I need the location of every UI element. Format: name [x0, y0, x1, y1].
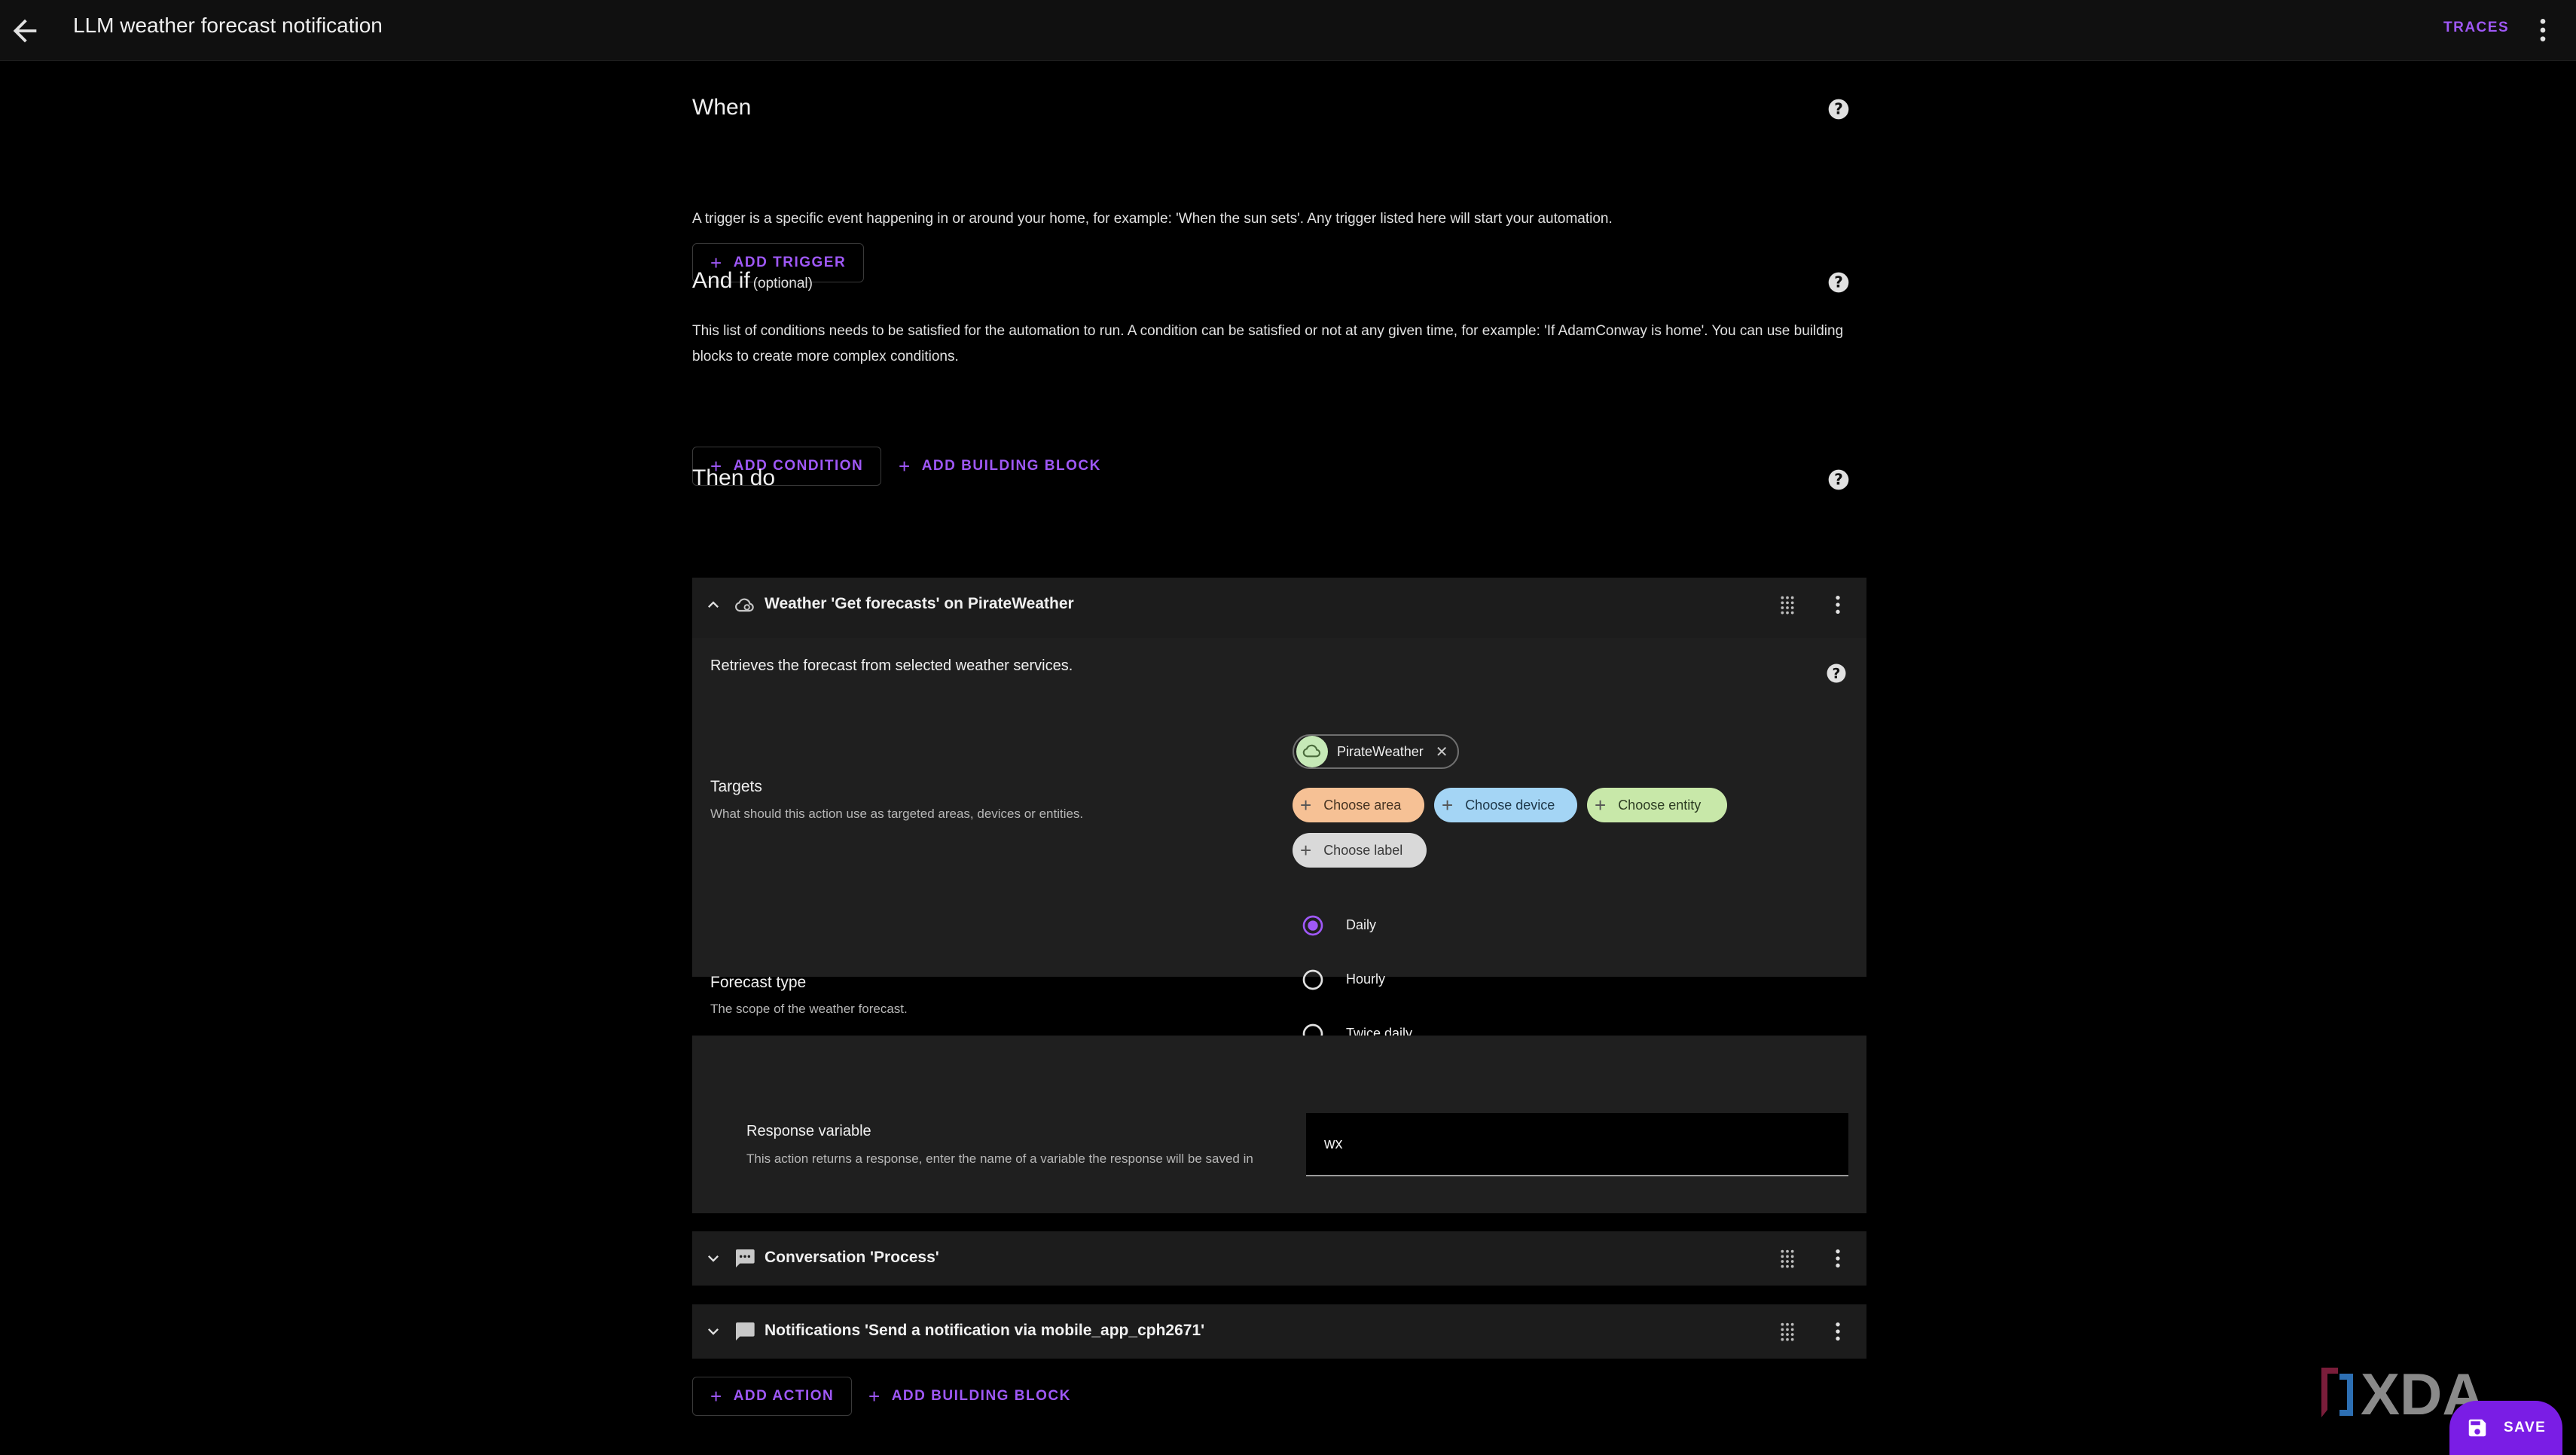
and-if-description: This list of conditions needs to be sati…: [692, 323, 1844, 365]
add-action-button[interactable]: + ADD ACTION: [692, 1377, 853, 1416]
chevron-down-icon[interactable]: [703, 1321, 724, 1342]
radio-daily[interactable]: [1301, 914, 1325, 938]
action-menu-icon[interactable]: [1826, 593, 1850, 617]
when-heading: When: [692, 95, 752, 120]
help-icon[interactable]: ?: [1827, 270, 1851, 294]
plus-icon: +: [1442, 793, 1454, 816]
drag-handle-icon[interactable]: [1775, 1319, 1799, 1344]
then-do-heading: Then do: [692, 465, 776, 490]
action-description: Retrieves the forecast from selected wea…: [710, 657, 1073, 674]
weather-cloud-icon: [1296, 736, 1328, 767]
message-icon: [735, 1322, 755, 1341]
overflow-menu-icon[interactable]: [2528, 15, 2558, 45]
target-chip-label: PirateWeather: [1337, 743, 1424, 759]
app-toolbar: LLM weather forecast notification TRACES: [0, 0, 2576, 61]
targets-label: Targets: [710, 778, 762, 795]
help-icon[interactable]: ?: [1825, 662, 1848, 685]
choose-entity-chip[interactable]: + Choose entity: [1587, 788, 1727, 822]
target-chip-pirateweather[interactable]: PirateWeather ✕: [1293, 734, 1459, 769]
svg-text:?: ?: [1833, 666, 1841, 682]
choose-label-label: Choose label: [1323, 842, 1403, 858]
response-variable-sublabel: This action returns a response, enter th…: [746, 1151, 1253, 1166]
page-title: LLM weather forecast notification: [73, 14, 383, 37]
action-card-notifications: Notifications 'Send a notification via m…: [692, 1304, 1866, 1359]
optional-label: (optional): [752, 276, 813, 291]
response-variable-section: Response variable This action returns a …: [692, 1036, 1866, 1213]
help-icon[interactable]: ?: [1827, 97, 1851, 121]
weather-cloud-icon: [734, 598, 754, 612]
save-button[interactable]: SAVE: [2449, 1401, 2562, 1455]
content-save-icon: [2468, 1419, 2486, 1437]
choose-area-chip[interactable]: + Choose area: [1293, 788, 1424, 822]
add-action-building-block-button[interactable]: + ADD BUILDING BLOCK: [864, 1377, 1076, 1416]
drag-handle-icon[interactable]: [1775, 593, 1799, 617]
add-action-label: ADD ACTION: [733, 1388, 835, 1404]
svg-text:?: ?: [1834, 100, 1843, 118]
action-header[interactable]: Conversation 'Process': [692, 1231, 1866, 1286]
response-variable-label: Response variable: [746, 1123, 871, 1139]
action-title: Weather 'Get forecasts' on PirateWeather: [765, 595, 1074, 612]
action-title: Notifications 'Send a notification via m…: [765, 1322, 1205, 1339]
choose-device-label: Choose device: [1465, 797, 1555, 813]
choose-device-chip[interactable]: + Choose device: [1434, 788, 1577, 822]
forecast-type-label: Forecast type: [710, 974, 807, 991]
action-menu-icon[interactable]: [1826, 1246, 1850, 1270]
add-condition-building-block-button[interactable]: + ADD BUILDING BLOCK: [894, 447, 1106, 486]
chevron-down-icon[interactable]: [703, 1248, 724, 1269]
chevron-up-icon[interactable]: [703, 594, 724, 615]
radio-daily-label: Daily: [1346, 917, 1377, 932]
save-label: SAVE: [2504, 1420, 2547, 1435]
action-header[interactable]: Weather 'Get forecasts' on PirateWeather: [692, 578, 1866, 632]
and-if-heading: And if (optional): [692, 268, 813, 294]
plus-icon: +: [1595, 793, 1607, 816]
svg-text:?: ?: [1834, 471, 1843, 489]
action-header[interactable]: Notifications 'Send a notification via m…: [692, 1304, 1866, 1359]
back-arrow-icon[interactable]: [8, 14, 42, 48]
plus-icon: +: [1300, 793, 1312, 816]
targets-sublabel: What should this action use as targeted …: [710, 807, 1084, 821]
help-icon[interactable]: ?: [1827, 468, 1851, 492]
when-description: A trigger is a specific event happening …: [692, 211, 1613, 227]
plus-icon: +: [868, 1384, 881, 1408]
svg-text:?: ?: [1834, 273, 1843, 291]
and-if-title: And if: [692, 268, 750, 293]
response-variable-input[interactable]: wx: [1306, 1113, 1848, 1176]
automation-editor: When ? A trigger is a specific event hap…: [692, 60, 1866, 1455]
traces-button[interactable]: TRACES: [2443, 20, 2509, 36]
choose-label-chip[interactable]: + Choose label: [1293, 833, 1427, 868]
choose-area-label: Choose area: [1323, 797, 1402, 813]
radio-hourly-label: Hourly: [1346, 972, 1386, 987]
action-title: Conversation 'Process': [765, 1249, 939, 1266]
choose-entity-label: Choose entity: [1618, 797, 1702, 813]
radio-hourly[interactable]: [1301, 968, 1325, 992]
action-body: Retrieves the forecast from selected wea…: [692, 638, 1866, 1045]
add-building-block-label: ADD BUILDING BLOCK: [891, 1388, 1071, 1404]
action-card-conversation: Conversation 'Process': [692, 1231, 1866, 1286]
remove-chip-icon[interactable]: ✕: [1436, 743, 1448, 761]
add-building-block-label: ADD BUILDING BLOCK: [921, 458, 1101, 474]
forecast-type-sublabel: The scope of the weather forecast.: [710, 1002, 908, 1016]
action-card-weather-forecasts: Weather 'Get forecasts' on PirateWeather…: [692, 578, 1866, 1045]
plus-icon: +: [899, 454, 911, 477]
drag-handle-icon[interactable]: [1775, 1246, 1799, 1270]
message-processing-icon: [735, 1249, 755, 1267]
plus-icon: +: [710, 1384, 723, 1408]
action-menu-icon[interactable]: [1826, 1319, 1850, 1344]
plus-icon: +: [1300, 838, 1312, 862]
